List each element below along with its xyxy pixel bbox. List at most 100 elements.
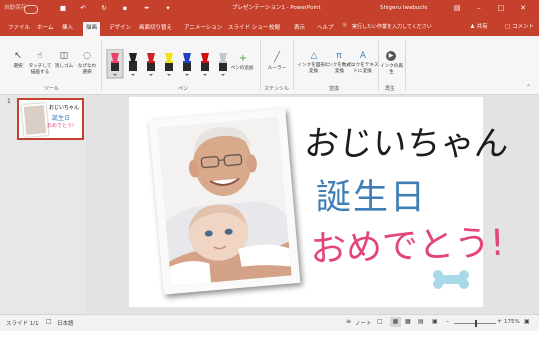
handwritten-text-grandpa[interactable]: おじいちゃん [302,116,511,165]
pen-swatch[interactable] [147,53,155,76]
group-separator [260,40,261,90]
share-label: 共有 [476,24,488,30]
zoom-out-icon[interactable]: – [446,318,449,325]
photo-frame[interactable] [148,108,301,295]
tab-slideshow[interactable]: スライド ショー [225,22,271,36]
close-icon[interactable]: ✕ [516,2,530,15]
handwritten-text-birthday[interactable]: 誕生日 [316,169,427,220]
zoom-slider-thumb[interactable] [475,320,477,327]
group-separator [101,40,102,90]
family-photo [157,117,292,286]
group-label-convert: 変換 [329,86,340,92]
title-bar: 自動保存 ■ ↶ ↻ ▪ ✒ ▾ プレゼンテーション1 - PowerPoint… [0,0,539,17]
tab-home[interactable]: ホーム [34,22,56,36]
photo-illustration [157,117,292,286]
pen-swatch[interactable] [165,53,173,76]
reading-view-icon[interactable]: ▤ [418,318,424,325]
pen-quick-icon[interactable]: ✒ [142,4,152,13]
autosave-switch[interactable] [24,5,38,14]
comments-status-icon[interactable]: □ [377,318,383,325]
group-separator [293,40,294,90]
zoom-in-icon[interactable]: + [497,318,502,325]
pen-gallery [105,48,255,79]
notes-icon[interactable]: ≡ [346,318,351,325]
slide-count: スライド 1/1 [6,321,39,327]
page-bottom-margin [0,331,539,349]
undo-icon[interactable]: ↶ [78,4,88,13]
tab-view[interactable]: 表示 [291,22,308,36]
handwritten-text-congrats[interactable]: おめでとう! [309,214,505,273]
ruler-button[interactable]: ルーラー [265,66,289,72]
tab-insert[interactable]: 挿入 [59,22,76,36]
slide-thumbnail[interactable]: おじいちゃん 誕生日 おめでとう! [17,98,84,140]
tell-me-input[interactable]: 実行したい作業を入力してください [352,23,432,30]
customize-qat-icon[interactable]: ▾ [163,4,173,13]
lightbulb-icon: ☼ [342,22,348,29]
slide-sorter-icon[interactable]: ▦ [405,318,411,325]
pen-swatch[interactable] [201,53,209,76]
ink-to-text-button[interactable]: インクをテキストに変換 [345,63,380,75]
comment-icon: □ [505,24,511,30]
ink-replay-button[interactable]: インクの再生 [379,64,404,76]
tab-review[interactable]: 校閲 [266,22,283,36]
group-label-tools: ツール [44,86,60,92]
thumbnail-text-3: おめでとう! [47,123,75,129]
lasso-button[interactable]: なげなわ選択 [76,64,98,76]
ink-to-shape-icon[interactable]: △ [308,51,320,61]
bone-drawing[interactable] [432,269,470,291]
maximize-icon[interactable]: □ [494,2,508,15]
group-separator [405,40,406,90]
eraser-button[interactable]: 消しゴム [54,64,74,70]
thumbnail-text-2: 誕生日 [52,115,71,122]
pen-gallery-svg [106,48,227,79]
slide-canvas[interactable]: おじいちゃん 誕生日 おめでとう! [129,97,511,307]
tab-help[interactable]: ヘルプ [314,22,337,36]
slideshow-view-icon[interactable]: ▣ [432,318,438,325]
select-icon[interactable]: ↖ [11,51,25,61]
group-label-stencils: ステンシル [264,86,290,92]
comment-label: コメント [511,24,534,30]
add-pen-icon[interactable]: + [237,53,249,64]
fit-to-window-icon[interactable]: ▣ [524,318,530,325]
slideshow-icon[interactable]: ▪ [120,4,130,13]
ribbon-tabs: ファイル ホーム 挿入 描画 デザイン 画面切り替え アニメーション スライド … [0,17,539,36]
eraser-icon[interactable]: ◫ [57,51,71,61]
save-icon[interactable]: ■ [58,4,68,13]
comments-button[interactable]: □ コメント [505,21,539,33]
collapse-ribbon-icon[interactable]: ⌃ [526,84,531,91]
ink-replay-icon[interactable]: ▶ [386,51,396,61]
lasso-icon[interactable]: ◌ [80,51,94,61]
zoom-level[interactable]: 175% [504,319,520,325]
pen-swatch[interactable] [183,53,191,76]
language-indicator[interactable]: 日本語 [57,319,74,327]
tab-design[interactable]: デザイン [106,22,134,36]
draw-touch-button[interactable]: タッチして描画する [28,64,52,76]
notes-button[interactable]: ノート [355,319,372,327]
pen-swatch[interactable] [106,48,124,79]
ribbon-display-icon[interactable]: ▤ [450,2,464,15]
ink-to-math-icon[interactable]: π [333,51,345,61]
pen-swatch[interactable] [219,53,227,76]
slide-number: 1 [7,98,11,105]
share-button[interactable]: ♟ 共有 [470,21,504,33]
ruler-icon[interactable]: ╱ [270,52,284,63]
proofing-icon[interactable]: □ [46,318,52,325]
thumbnail-photo [21,103,49,137]
add-pen-button[interactable]: ペンの追加 [228,66,256,72]
touch-draw-icon[interactable]: ☝ [33,51,47,61]
minimize-icon[interactable]: – [472,2,486,15]
tab-file[interactable]: ファイル [5,22,33,36]
select-button[interactable]: 選択 [8,64,28,70]
tab-draw[interactable]: 描画 [83,22,101,36]
tab-animations[interactable]: アニメーション [181,22,225,36]
ink-to-text-icon[interactable]: A [357,51,369,61]
pen-swatch[interactable] [129,53,137,76]
user-name[interactable]: Shigeru Iwabuchi [380,0,427,17]
autosave-toggle[interactable]: 自動保存 [4,0,26,17]
tab-transitions[interactable]: 画面切り替え [136,22,175,36]
group-label-replay: 再生 [385,86,396,92]
window-title: プレゼンテーション1 - PowerPoint [232,5,321,11]
normal-view-icon[interactable]: ▦ [390,317,401,327]
redo-icon[interactable]: ↻ [99,4,109,13]
status-bar: スライド 1/1 □ 日本語 ≡ ノート □ ▦ ▦ ▤ ▣ – + 175% … [0,314,539,332]
